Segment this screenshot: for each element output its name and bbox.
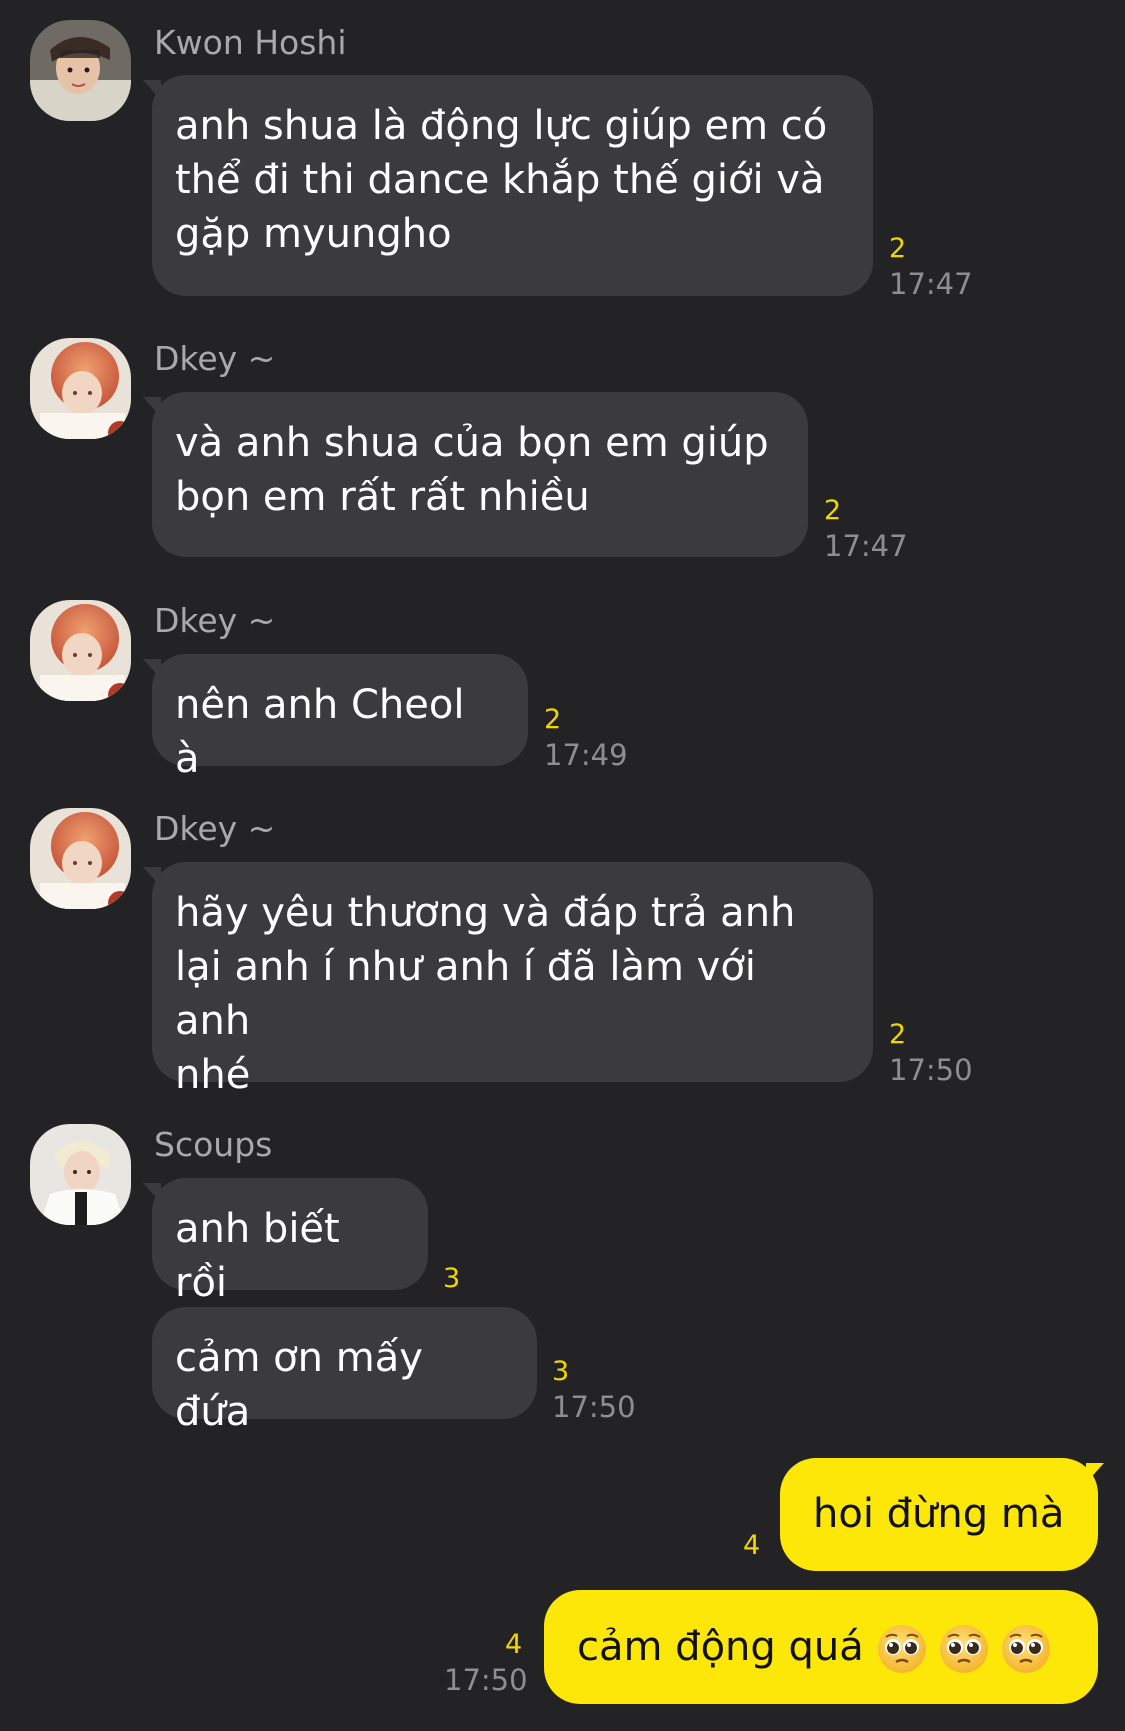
- message-bubble[interactable]: hãy yêu thương và đáp trả anh lại anh í …: [152, 862, 873, 1098]
- message-line: và anh shua của bọn em giúp: [175, 420, 769, 466]
- message-line: thể đi thi dance khắp thế giới và: [175, 157, 825, 203]
- unread-count: 2: [544, 704, 562, 735]
- pleading-face-emoji: [1001, 1625, 1050, 1673]
- message-line: nên anh Cheol à: [175, 682, 465, 782]
- unread-count: 3: [443, 1263, 461, 1294]
- unread-count: 2: [824, 495, 842, 526]
- sent-message-bubble[interactable]: cảm động quá: [544, 1590, 1098, 1704]
- message-bubble[interactable]: nên anh Cheol à: [152, 654, 528, 782]
- pleading-face-emoji: [939, 1625, 988, 1673]
- unread-count: 4: [505, 1629, 523, 1660]
- message-timestamp: 17:50: [889, 1053, 973, 1087]
- message-bubble[interactable]: anh shua là động lực giúp em có thể đi t…: [152, 75, 873, 296]
- sender-name: Dkey ~: [154, 339, 276, 378]
- message-timestamp: 17:47: [889, 267, 973, 301]
- message-line: hãy yêu thương và đáp trả anh: [175, 890, 796, 936]
- message-line: cảm ơn mấy đứa: [175, 1335, 423, 1435]
- avatar-dkey[interactable]: [30, 600, 131, 701]
- avatar-dkey[interactable]: [30, 808, 131, 909]
- message-timestamp: 17:49: [544, 738, 628, 772]
- message-timestamp: 17:50: [444, 1663, 528, 1697]
- message-timestamp: 17:47: [824, 529, 908, 563]
- message-bubble[interactable]: anh biết rồi: [152, 1178, 428, 1306]
- message-line: nhé: [175, 1052, 251, 1098]
- message-text: cảm động quá: [577, 1624, 864, 1670]
- emoji-group: [876, 1623, 1052, 1675]
- sender-name: Dkey ~: [154, 809, 276, 848]
- sender-name: Scoups: [154, 1125, 273, 1164]
- sender-name: Kwon Hoshi: [154, 23, 347, 62]
- message-line: anh biết rồi: [175, 1206, 340, 1306]
- unread-count: 4: [743, 1530, 761, 1561]
- message-line: gặp myungho: [175, 211, 452, 257]
- message-line: anh shua là động lực giúp em có: [175, 103, 828, 149]
- avatar-kwon-hoshi[interactable]: [30, 20, 131, 121]
- message-bubble[interactable]: cảm ơn mấy đứa: [152, 1307, 537, 1435]
- pleading-face-emoji: [877, 1625, 926, 1673]
- message-timestamp: 17:50: [552, 1390, 636, 1424]
- message-line: lại anh í như anh í đã làm với anh: [175, 944, 756, 1044]
- sent-message-bubble[interactable]: hoi đừng mà: [780, 1458, 1098, 1571]
- unread-count: 3: [552, 1356, 570, 1387]
- avatar-scoups[interactable]: [30, 1124, 131, 1225]
- message-line: bọn em rất rất nhiều: [175, 474, 590, 520]
- unread-count: 2: [889, 1019, 907, 1050]
- sender-name: Dkey ~: [154, 601, 276, 640]
- avatar-dkey[interactable]: [30, 338, 131, 439]
- message-text: hoi đừng mà: [813, 1491, 1065, 1537]
- unread-count: 2: [889, 233, 907, 264]
- message-bubble[interactable]: và anh shua của bọn em giúp bọn em rất r…: [152, 392, 808, 557]
